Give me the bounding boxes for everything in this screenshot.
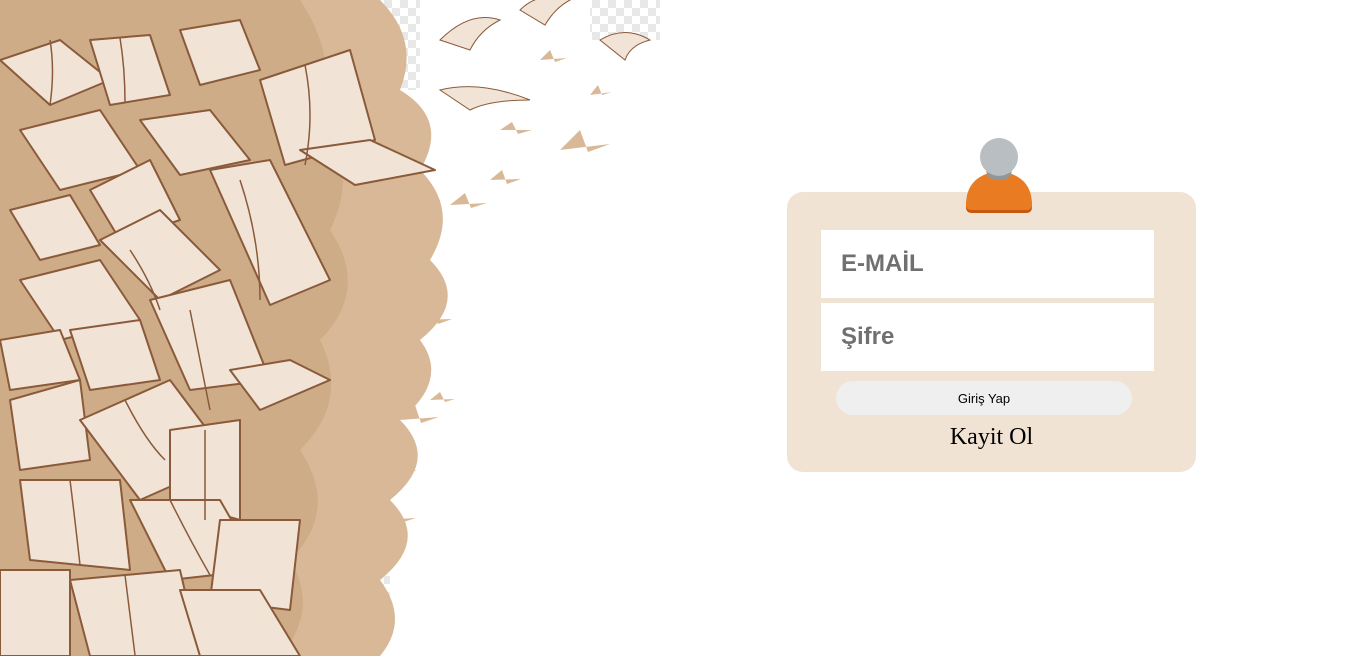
login-button[interactable]: Giriş Yap bbox=[836, 381, 1132, 415]
flying-books-illustration bbox=[0, 0, 660, 656]
password-field[interactable] bbox=[821, 303, 1154, 371]
user-avatar-icon bbox=[966, 138, 1032, 213]
login-page: Giriş Yap Kayit Ol bbox=[0, 0, 1366, 656]
email-field[interactable] bbox=[821, 230, 1154, 298]
register-link[interactable]: Kayit Ol bbox=[787, 424, 1196, 451]
